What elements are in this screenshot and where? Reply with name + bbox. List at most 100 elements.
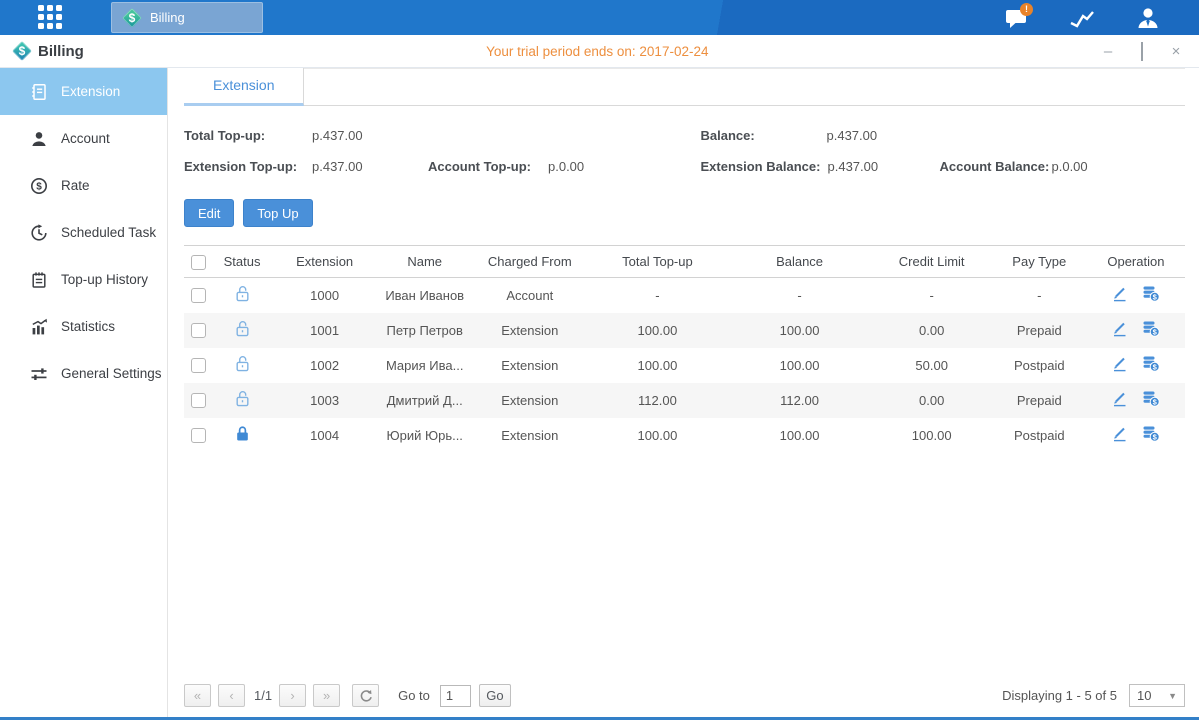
sidebar-item-statistics[interactable]: Statistics [0, 303, 167, 350]
prev-page-button[interactable]: ‹ [218, 684, 245, 707]
pay-type-cell: Postpaid [992, 418, 1087, 453]
sidebar-label: Top-up History [61, 272, 148, 287]
sidebar-item-rate[interactable]: $ Rate [0, 162, 167, 209]
row-checkbox[interactable] [191, 288, 206, 303]
sidebar-label: General Settings [61, 366, 162, 381]
credit-limit-cell: 100.00 [872, 418, 992, 453]
refresh-button[interactable] [352, 684, 379, 707]
next-page-button[interactable]: › [279, 684, 306, 707]
topup-row-button[interactable]: $ [1142, 425, 1160, 445]
statistics-chart-icon[interactable] [1069, 5, 1095, 31]
status-cell [212, 383, 272, 418]
topup-row-button[interactable]: $ [1142, 285, 1160, 305]
row-checkbox[interactable] [191, 358, 206, 373]
topup-row-button[interactable]: $ [1142, 355, 1160, 375]
topup-coins-icon: $ [1142, 355, 1160, 372]
pay-type-cell: Postpaid [992, 348, 1087, 383]
general-settings-icon [30, 365, 48, 383]
account-icon [30, 130, 48, 148]
apps-grid-icon[interactable] [38, 5, 64, 31]
action-buttons: Edit Top Up [184, 199, 1185, 227]
go-button[interactable]: Go [479, 684, 511, 707]
status-cell [212, 278, 272, 313]
edit-row-button[interactable] [1111, 320, 1128, 340]
tab-extension[interactable]: Extension [184, 68, 304, 106]
topup-history-icon [30, 271, 48, 289]
extension-cell: 1002 [272, 348, 377, 383]
header-balance: Balance [727, 246, 871, 278]
edit-button[interactable]: Edit [184, 199, 234, 227]
row-checkbox[interactable] [191, 393, 206, 408]
extension-table: Status Extension Name Charged From Total… [184, 245, 1185, 453]
extension-icon [30, 83, 48, 101]
operation-cell: $ [1087, 313, 1185, 348]
sidebar-item-account[interactable]: Account [0, 115, 167, 162]
edit-row-button[interactable] [1111, 355, 1128, 375]
window-title: Billing [38, 43, 84, 60]
sidebar-item-extension[interactable]: Extension [0, 68, 167, 115]
minimize-button[interactable]: – [1101, 44, 1115, 59]
sidebar-item-topup-history[interactable]: Top-up History [0, 256, 167, 303]
account-balance-label: Account Balance: [940, 159, 1052, 174]
goto-page-input[interactable] [440, 685, 471, 707]
header-pay-type: Pay Type [992, 246, 1087, 278]
select-all-checkbox[interactable] [191, 255, 206, 270]
status-cell [212, 348, 272, 383]
sidebar-label: Extension [61, 84, 120, 99]
balance-cell: 112.00 [727, 383, 871, 418]
balance-value: p.437.00 [827, 128, 878, 143]
total-topup-cell: 112.00 [587, 383, 727, 418]
name-cell: Иван Иванов [377, 278, 472, 313]
edit-icon [1111, 425, 1128, 442]
table-row: 1000Иван ИвановAccount----$ [184, 278, 1185, 313]
extension-balance-label: Extension Balance: [701, 159, 828, 174]
status-cell [212, 418, 272, 453]
edit-row-button[interactable] [1111, 390, 1128, 410]
pay-type-cell: Prepaid [992, 313, 1087, 348]
pay-type-cell: Prepaid [992, 383, 1087, 418]
sidebar-label: Scheduled Task [61, 225, 156, 240]
last-page-button[interactable]: » [313, 684, 340, 707]
page-size-value: 10 [1137, 688, 1151, 703]
top-taskbar: $ Billing ! [0, 0, 1199, 35]
extension-topup-label: Extension Top-up: [184, 159, 312, 174]
billing-window-icon: $ [12, 41, 32, 61]
extension-balance-value: p.437.00 [828, 159, 940, 174]
messages-icon[interactable]: ! [1003, 5, 1029, 31]
topup-row-button[interactable]: $ [1142, 320, 1160, 340]
topup-row-button[interactable]: $ [1142, 390, 1160, 410]
edit-icon [1111, 390, 1128, 407]
user-account-icon[interactable] [1135, 5, 1161, 31]
unlocked-icon [234, 320, 251, 337]
refresh-icon [359, 689, 373, 703]
total-topup-label: Total Top-up: [184, 128, 312, 143]
maximize-button[interactable] [1135, 44, 1149, 59]
task-tab-billing[interactable]: $ Billing [111, 2, 263, 33]
account-topup-label: Account Top-up: [428, 159, 548, 174]
pagination-bar: « ‹ 1/1 › » Go to Go Displaying 1 - 5 of… [184, 684, 1185, 707]
charged-from-cell: Extension [472, 348, 587, 383]
edit-row-button[interactable] [1111, 425, 1128, 445]
sidebar-item-general-settings[interactable]: General Settings [0, 350, 167, 397]
header-operation: Operation [1087, 246, 1185, 278]
row-checkbox[interactable] [191, 428, 206, 443]
status-cell [212, 313, 272, 348]
top-up-button[interactable]: Top Up [243, 199, 312, 227]
extension-cell: 1000 [272, 278, 377, 313]
page-size-select[interactable]: 10 ▼ [1129, 684, 1185, 707]
unlocked-icon [234, 390, 251, 407]
first-page-button[interactable]: « [184, 684, 211, 707]
row-checkbox[interactable] [191, 323, 206, 338]
sidebar-item-scheduled-task[interactable]: Scheduled Task [0, 209, 167, 256]
close-button[interactable]: × [1169, 44, 1183, 59]
name-cell: Юрий Юрь... [377, 418, 472, 453]
header-charged-from: Charged From [472, 246, 587, 278]
statistics-icon [30, 318, 48, 336]
header-total-topup: Total Top-up [587, 246, 727, 278]
edit-row-button[interactable] [1111, 285, 1128, 305]
svg-text:$: $ [36, 181, 42, 192]
topup-coins-icon: $ [1142, 425, 1160, 442]
window-titlebar: $ Billing Your trial period ends on: 201… [0, 35, 1199, 68]
balance-cell: 100.00 [727, 348, 871, 383]
topup-coins-icon: $ [1142, 390, 1160, 407]
